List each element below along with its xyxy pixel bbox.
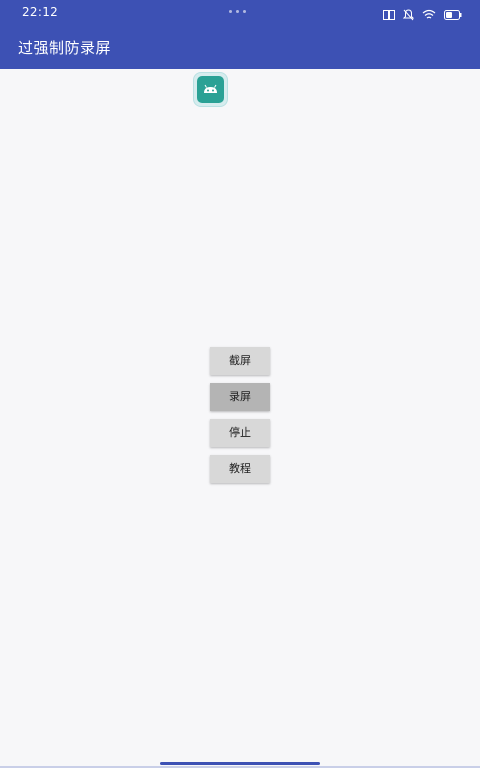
wifi-icon <box>422 9 436 19</box>
more-dots-icon <box>229 10 253 14</box>
status-bar: 22:12 <box>0 0 480 24</box>
android-icon <box>197 76 224 103</box>
mute-icon <box>402 8 414 20</box>
app-bar: 22:12 过强制防录屏 <box>0 0 480 69</box>
record-button[interactable]: 录屏 <box>210 383 270 411</box>
tutorial-button[interactable]: 教程 <box>210 455 270 483</box>
navigation-handle[interactable] <box>160 762 320 765</box>
status-icons <box>380 4 462 20</box>
screenshot-button[interactable]: 截屏 <box>210 347 270 375</box>
android-app-icon[interactable] <box>194 73 227 106</box>
stop-button[interactable]: 停止 <box>210 419 270 447</box>
page-title: 过强制防录屏 <box>18 39 112 57</box>
battery-icon <box>444 9 462 20</box>
status-time: 22:12 <box>22 5 59 19</box>
book-icon <box>382 9 395 20</box>
